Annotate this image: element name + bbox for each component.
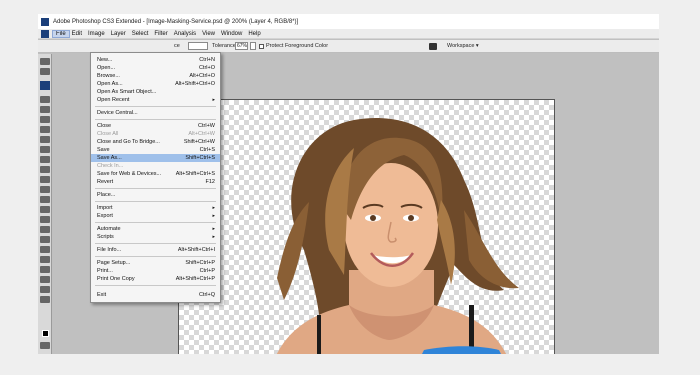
eraser-tool-icon[interactable] <box>40 176 50 183</box>
menu-item-automate[interactable]: Automate ▸ <box>91 225 220 233</box>
slice-tool-icon[interactable] <box>40 126 50 133</box>
menu-window[interactable]: Window <box>218 31 245 37</box>
dodge-tool-icon[interactable] <box>40 206 50 213</box>
submenu-arrow-icon: ▸ <box>212 234 215 240</box>
workspace-button[interactable]: Workspace ▾ <box>447 42 479 50</box>
menu-item-check-in: Check In... <box>97 163 124 169</box>
menu-item-import[interactable]: Import ▸ <box>91 204 220 212</box>
path-selection-tool-icon[interactable] <box>40 216 50 223</box>
notes-tool-icon[interactable] <box>40 256 50 263</box>
menu-image[interactable]: Image <box>85 31 108 37</box>
menu-item-save[interactable]: Save Ctrl+S <box>91 146 220 154</box>
shape-tool-icon[interactable] <box>40 246 50 253</box>
menu-separator <box>95 256 216 257</box>
protect-foreground-checkbox[interactable] <box>259 44 264 49</box>
menu-item-close-all: Close All Alt+Ctrl+W <box>97 131 215 137</box>
menu-filter[interactable]: Filter <box>151 31 170 37</box>
workspace-icon[interactable] <box>429 43 437 50</box>
type-tool-icon[interactable] <box>40 226 50 233</box>
photoshop-app-icon <box>41 17 49 26</box>
menu-separator <box>95 243 216 244</box>
tolerance-label: Tolerance: <box>212 43 238 49</box>
menu-item-close-go-bridge[interactable]: Close and Go To Bridge... Shift+Ctrl+W <box>91 138 220 146</box>
menu-item-page-setup[interactable]: Page Setup... Shift+Ctrl+P <box>91 259 220 267</box>
ps-badge-icon <box>40 81 50 90</box>
menu-item-browse[interactable]: Browse... Alt+Ctrl+O <box>91 72 220 80</box>
eyedropper-tool-icon[interactable] <box>40 266 50 273</box>
menu-item-place[interactable]: Place... <box>91 191 220 199</box>
menu-select[interactable]: Select <box>129 31 152 37</box>
menu-item-open-as[interactable]: Open As... Alt+Shift+Ctrl+O <box>91 80 220 88</box>
menu-separator <box>95 222 216 223</box>
protect-foreground-label: Protect Foreground Color <box>266 43 329 49</box>
healing-tool-icon[interactable] <box>40 136 50 143</box>
masked-portrait-image <box>276 118 519 354</box>
menu-edit[interactable]: Edit <box>69 31 85 37</box>
photoshop-window: Adobe Photoshop CS3 Extended - [Image-Ma… <box>38 14 659 354</box>
menu-analysis[interactable]: Analysis <box>171 31 199 37</box>
foreground-color-swatch[interactable] <box>42 330 49 337</box>
zoom-tool-icon[interactable] <box>40 296 50 303</box>
quick-mask-icon[interactable] <box>40 342 50 349</box>
lasso-tool-icon[interactable] <box>40 96 50 103</box>
menu-file[interactable]: File <box>52 29 70 38</box>
menu-bar: File Edit Image Layer Select Filter Anal… <box>38 29 659 39</box>
3d-tool-icon[interactable] <box>40 276 50 283</box>
menu-item-open-recent[interactable]: Open Recent ▸ <box>91 96 220 104</box>
submenu-arrow-icon: ▸ <box>212 213 215 219</box>
title-bar: Adobe Photoshop CS3 Extended - [Image-Ma… <box>38 14 659 29</box>
menu-item-save-as[interactable]: Save As... Shift+Ctrl+S <box>91 154 220 162</box>
menu-item-print-one-copy[interactable]: Print One Copy Alt+Shift+Ctrl+P <box>91 275 220 283</box>
menu-item-revert[interactable]: Revert F12 <box>91 178 220 186</box>
history-brush-tool-icon[interactable] <box>40 166 50 173</box>
menu-view[interactable]: View <box>199 31 218 37</box>
menu-item-file-info[interactable]: File Info... Alt+Shift+Ctrl+I <box>91 246 220 254</box>
hand-tool-icon[interactable] <box>40 286 50 293</box>
menu-layer[interactable]: Layer <box>108 31 129 37</box>
document-icon[interactable] <box>41 29 49 38</box>
tolerance-input[interactable]: 67% <box>235 42 248 50</box>
menu-item-open[interactable]: Open... Ctrl+O <box>91 64 220 72</box>
tolerance-slider-button[interactable] <box>250 42 256 50</box>
magic-wand-tool-icon[interactable] <box>40 106 50 113</box>
menu-item-export[interactable]: Export ▸ <box>91 212 220 220</box>
window-title: Adobe Photoshop CS3 Extended - [Image-Ma… <box>53 18 299 25</box>
menu-item-print[interactable]: Print... Ctrl+P <box>91 267 220 275</box>
menu-item-new[interactable]: New... Ctrl+N <box>91 56 220 64</box>
submenu-arrow-icon: ▸ <box>212 205 215 211</box>
file-menu-dropdown: New... Ctrl+N Open... Ctrl+O Browse... Alt+… <box>90 52 221 303</box>
menu-separator <box>95 188 216 189</box>
move-tool-icon[interactable] <box>40 58 50 65</box>
submenu-arrow-icon: ▸ <box>212 97 215 103</box>
menu-separator <box>95 119 216 120</box>
menu-separator <box>95 285 216 286</box>
submenu-arrow-icon: ▸ <box>212 226 215 232</box>
menu-item-open-smart-object[interactable]: Open As Smart Object... <box>91 88 220 96</box>
gradient-tool-icon[interactable] <box>40 186 50 193</box>
blur-tool-icon[interactable] <box>40 196 50 203</box>
mode-dropdown[interactable] <box>188 42 208 50</box>
pen-tool-icon[interactable] <box>40 236 50 243</box>
menu-item-save-for-web[interactable]: Save for Web & Devices... Alt+Shift+Ctrl+… <box>91 170 220 178</box>
menu-item-device-central[interactable]: Device Central... <box>91 109 220 117</box>
menu-separator <box>95 106 216 107</box>
stamp-tool-icon[interactable] <box>40 156 50 163</box>
document-canvas[interactable] <box>178 99 555 354</box>
menu-item-exit[interactable]: Exit Ctrl+Q <box>91 291 220 299</box>
crop-tool-icon[interactable] <box>40 116 50 123</box>
menu-help[interactable]: Help <box>245 31 263 37</box>
menu-item-scripts[interactable]: Scripts ▸ <box>91 233 220 241</box>
menu-item-close[interactable]: Close Ctrl+W <box>91 122 220 130</box>
marquee-tool-icon[interactable] <box>40 68 50 75</box>
mode-field-suffix: ce <box>174 43 180 49</box>
tools-panel <box>38 54 52 354</box>
menu-separator <box>95 201 216 202</box>
brush-tool-icon[interactable] <box>40 146 50 153</box>
